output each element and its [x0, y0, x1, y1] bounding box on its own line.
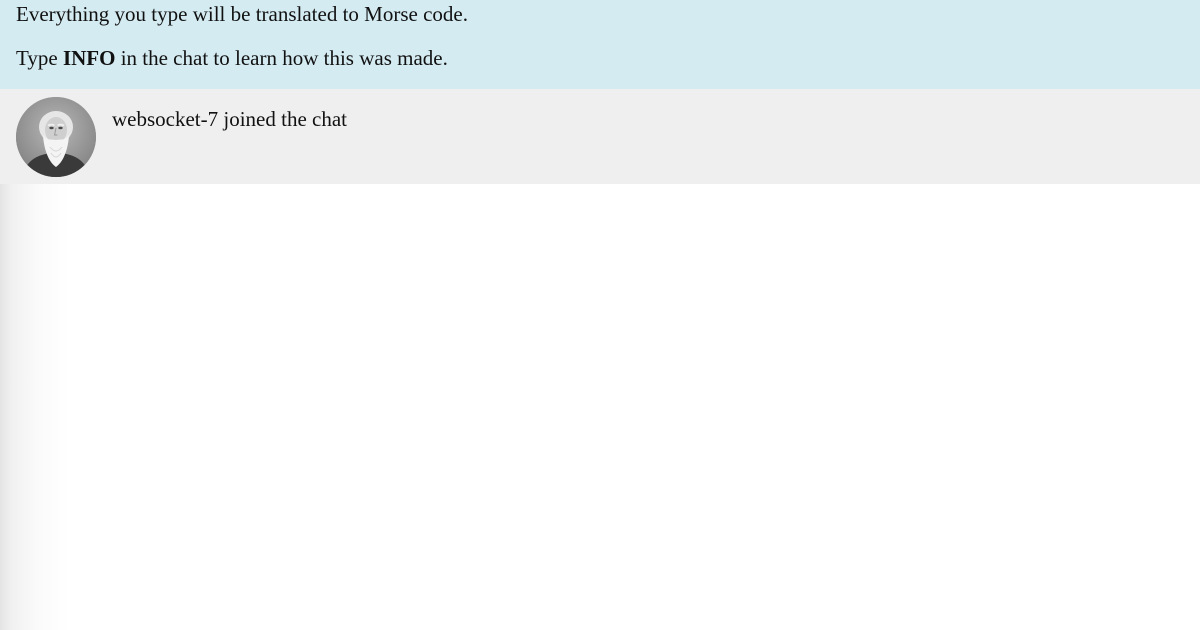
- info-keyword: INFO: [62, 46, 116, 70]
- translation-notice: Everything you type will be translated t…: [16, 2, 468, 26]
- avatar: [16, 97, 96, 177]
- chat-message: websocket-7 joined the chat: [0, 89, 1200, 184]
- info-hint: Type INFO in the chat to learn how this …: [16, 45, 448, 71]
- info-hint-suffix: in the chat to learn how this was made.: [115, 46, 448, 70]
- info-hint-prefix: Type: [16, 46, 63, 70]
- message-text: websocket-7 joined the chat: [112, 107, 347, 131]
- portrait-icon: [16, 97, 96, 177]
- info-banner: Everything you type will be translated t…: [0, 0, 1200, 89]
